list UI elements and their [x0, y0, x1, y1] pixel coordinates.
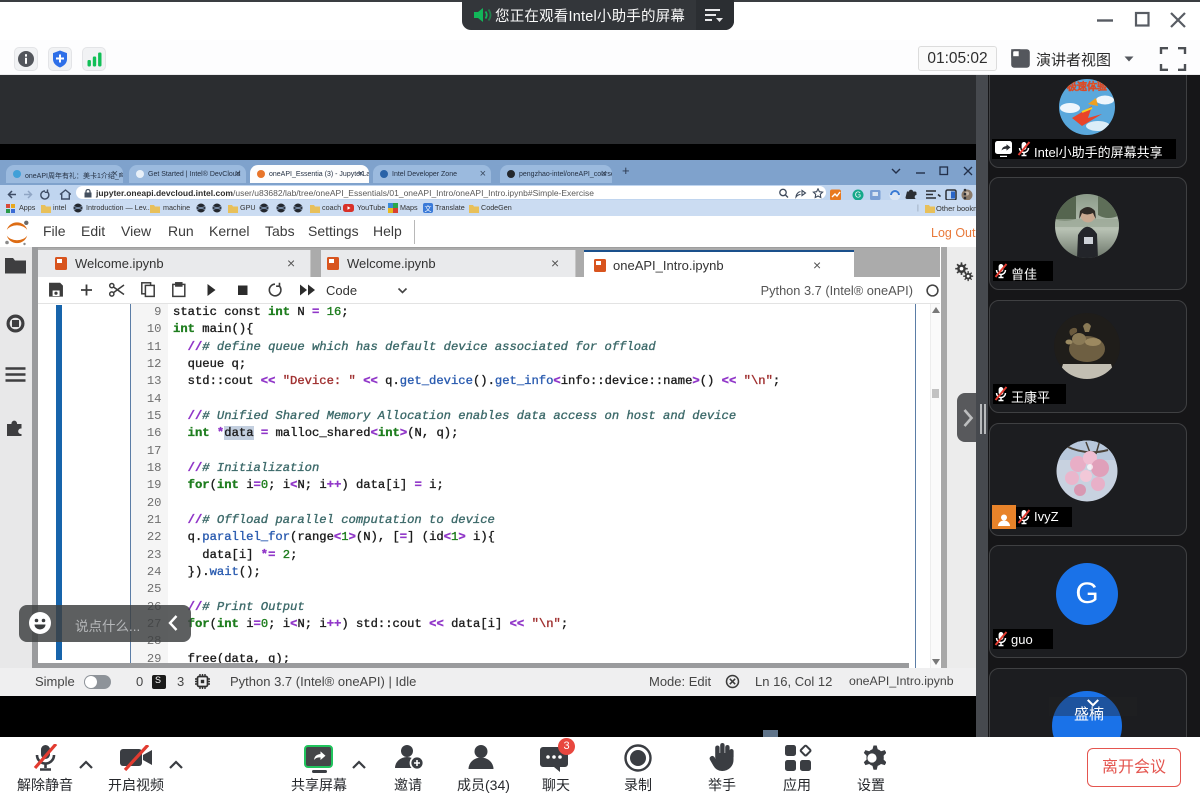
svg-text:文: 文: [425, 204, 432, 213]
svg-text:极速体验: 极速体验: [1067, 80, 1108, 93]
svg-text:G: G: [855, 190, 861, 199]
